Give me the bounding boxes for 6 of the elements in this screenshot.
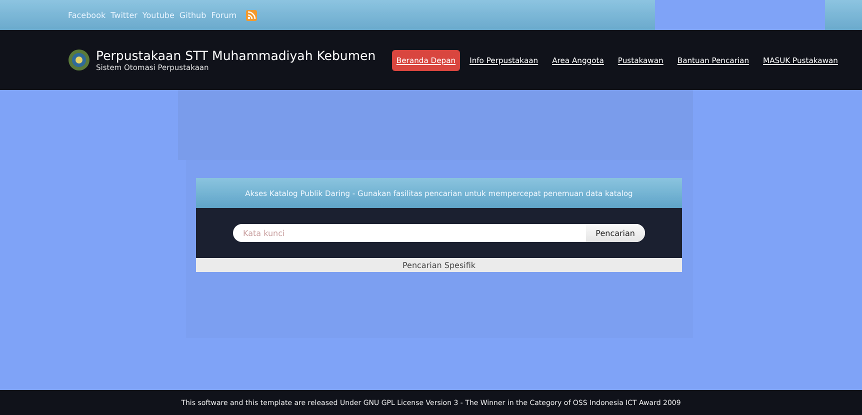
logo-icon [68, 49, 90, 71]
search-button[interactable]: Pencarian [586, 224, 645, 242]
site-title: Perpustakaan STT Muhammadiyah Kebumen [96, 48, 376, 63]
search-field[interactable]: Kata kunci Pencarian [233, 224, 645, 242]
advanced-search-link[interactable]: Pencarian Spesifik [196, 258, 682, 272]
rss-icon[interactable] [246, 10, 257, 20]
